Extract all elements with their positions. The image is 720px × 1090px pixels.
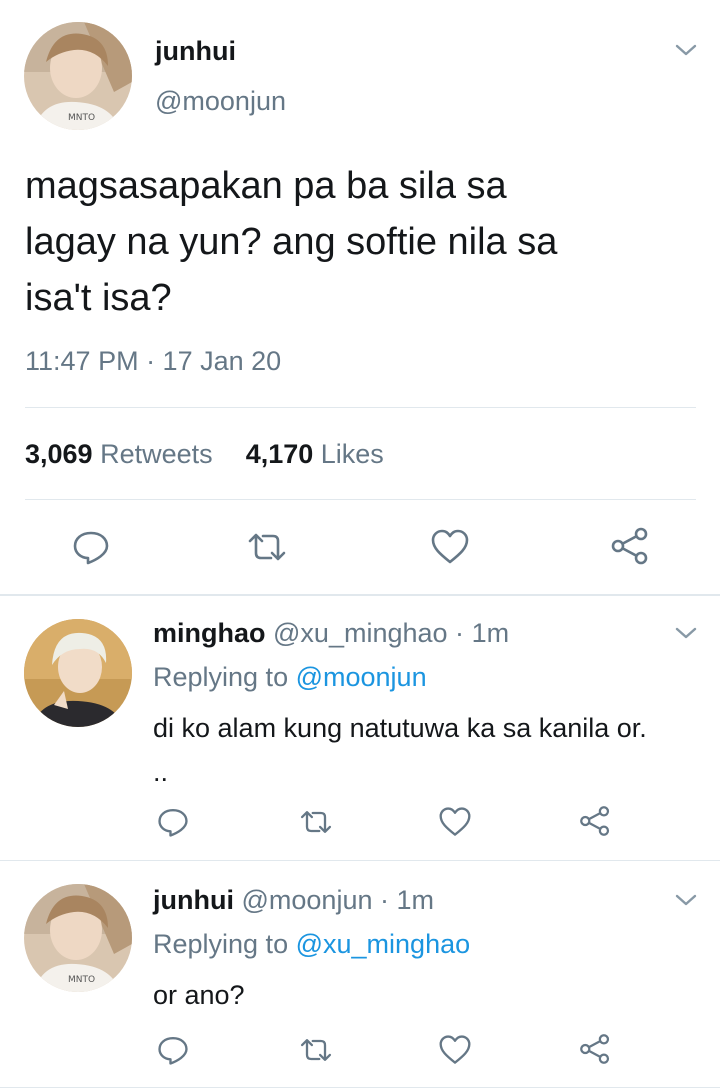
main-tweet-text-line: isa't isa? xyxy=(25,277,172,319)
like-label: Likes xyxy=(320,439,384,469)
reply-time[interactable]: 1m xyxy=(472,618,510,648)
main-retweet-button[interactable] xyxy=(245,528,289,566)
replying-to: Replying to @xu_minghao xyxy=(153,929,470,960)
retweet-icon xyxy=(300,1039,332,1061)
svg-text:MNTO: MNTO xyxy=(68,113,95,123)
share-icon xyxy=(580,1034,610,1064)
reply-icon xyxy=(158,809,188,837)
replying-to-handle[interactable]: @moonjun xyxy=(296,662,427,692)
retweet-label: Retweets xyxy=(100,439,213,469)
main-tweet-text: magsasapakan pa ba sila sa lagay na yun?… xyxy=(25,158,705,326)
replying-to-handle[interactable]: @xu_minghao xyxy=(296,929,471,959)
reply-icon xyxy=(158,1037,188,1065)
reply-share-button[interactable] xyxy=(578,804,612,838)
reply-text: di ko alam kung natutuwa ka sa kanila or… xyxy=(153,706,713,794)
chevron-down-icon xyxy=(675,44,697,56)
chevron-down-icon xyxy=(675,627,697,639)
reply-author-name[interactable]: junhui xyxy=(153,885,234,915)
svg-text:MNTO: MNTO xyxy=(68,975,95,985)
main-share-button[interactable] xyxy=(609,526,651,566)
like-stat[interactable]: 4,170 Likes xyxy=(246,439,384,469)
reply-header: minghao @xu_minghao · 1m xyxy=(153,618,509,649)
reply-author-handle[interactable]: @moonjun xyxy=(242,885,373,915)
reply-text: or ano? xyxy=(153,973,713,1017)
main-tweet-avatar[interactable]: MNTO xyxy=(24,22,132,130)
reply-reply-button[interactable] xyxy=(157,806,189,838)
heart-icon xyxy=(439,807,471,836)
reply-like-button[interactable] xyxy=(438,806,472,838)
reply-retweet-button[interactable] xyxy=(298,806,334,838)
like-count: 4,170 xyxy=(245,439,314,469)
reply-avatar[interactable]: MNTO xyxy=(24,884,132,992)
heart-icon xyxy=(439,1035,471,1064)
user-photo-avatar-icon: MNTO xyxy=(24,22,132,130)
main-tweet-author-handle[interactable]: @moonjun xyxy=(155,86,286,117)
share-icon xyxy=(580,806,610,836)
main-like-button[interactable] xyxy=(430,528,470,566)
divider xyxy=(25,407,696,408)
divider xyxy=(0,594,720,596)
main-reply-button[interactable] xyxy=(72,528,110,566)
main-tweet-text-line: magsasapakan pa ba sila sa xyxy=(25,165,507,207)
main-tweet-stats: 3,069 Retweets 4,170 Likes xyxy=(25,439,384,470)
main-tweet-more-button[interactable] xyxy=(674,42,698,58)
reply-like-button[interactable] xyxy=(438,1034,472,1066)
retweet-stat[interactable]: 3,069 Retweets xyxy=(25,439,213,469)
reply-more-button[interactable] xyxy=(674,892,698,908)
divider xyxy=(0,860,720,861)
reply-retweet-button[interactable] xyxy=(298,1034,334,1066)
divider xyxy=(25,499,696,500)
reply-time[interactable]: 1m xyxy=(397,885,435,915)
reply-text-line: di ko alam kung natutuwa ka sa kanila or… xyxy=(153,713,647,743)
replying-to-label: Replying to xyxy=(153,662,289,692)
user-photo-avatar-icon: MNTO xyxy=(24,884,132,992)
reply-header: junhui @moonjun · 1m xyxy=(153,885,434,916)
main-tweet-text-line: lagay na yun? ang softie nila sa xyxy=(25,221,558,263)
reply-reply-button[interactable] xyxy=(157,1034,189,1066)
heart-icon xyxy=(431,529,469,564)
chevron-down-icon xyxy=(675,894,697,906)
reply-more-button[interactable] xyxy=(674,625,698,641)
divider xyxy=(0,1087,720,1088)
reply-text-line: .. xyxy=(153,757,169,787)
replying-to-label: Replying to xyxy=(153,929,289,959)
main-tweet-author-name[interactable]: junhui xyxy=(155,36,236,67)
reply-author-name[interactable]: minghao xyxy=(153,618,266,648)
reply-separator: · xyxy=(455,618,465,648)
reply-avatar[interactable] xyxy=(24,619,132,727)
user-photo-avatar-icon xyxy=(24,619,132,727)
retweet-icon xyxy=(248,533,286,561)
reply-text-line: or ano? xyxy=(153,980,245,1010)
replying-to: Replying to @moonjun xyxy=(153,662,427,693)
reply-icon xyxy=(73,531,109,565)
reply-share-button[interactable] xyxy=(578,1032,612,1066)
reply-separator: · xyxy=(380,885,389,915)
reply-author-handle[interactable]: @xu_minghao xyxy=(273,618,448,648)
main-tweet-timestamp[interactable]: 11:47 PM · 17 Jan 20 xyxy=(25,346,281,377)
share-icon xyxy=(611,527,648,565)
retweet-count: 3,069 xyxy=(25,439,93,469)
retweet-icon xyxy=(300,811,332,833)
